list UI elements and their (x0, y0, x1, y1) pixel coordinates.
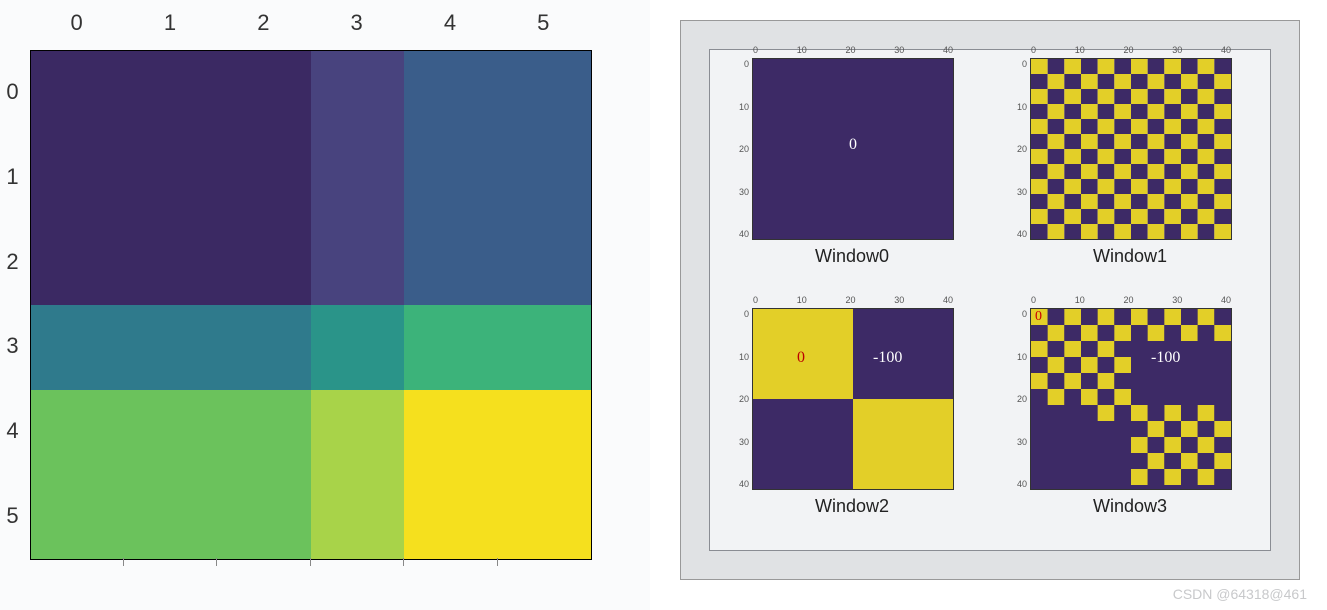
heatmap-cell (218, 51, 311, 136)
y-tick: 4 (0, 389, 25, 474)
heatmap-cell (311, 51, 404, 136)
heatmap-cell (498, 136, 591, 221)
heatmap-x-ticks: 0 1 2 3 4 5 (30, 10, 590, 40)
heatmap-cell (124, 474, 217, 559)
heatmap-chart (30, 50, 590, 558)
heatmap-cell (31, 390, 124, 475)
heatmap-cell (31, 136, 124, 221)
heatmap-y-ticks: 0 1 2 3 4 5 (0, 50, 25, 558)
window3-title: Window3 (1000, 496, 1260, 517)
heatmap-cell (124, 51, 217, 136)
heatmap-cell (124, 136, 217, 221)
heatmap-cell (498, 390, 591, 475)
heatmap-cell (311, 220, 404, 305)
heatmap-cell (311, 474, 404, 559)
window3-annotation-0: 0 (1035, 309, 1042, 325)
heatmap-cell (124, 305, 217, 390)
heatmap-cell (218, 305, 311, 390)
mini-y-ticks: 010203040 (1013, 309, 1027, 489)
heatmap-cell (218, 390, 311, 475)
right-windows-panel: 010203040 010203040 0 Window0 010203040 … (680, 20, 1300, 580)
heatmap-cell (31, 474, 124, 559)
window2-annotation-0: 0 (797, 349, 805, 367)
left-heatmap-panel: 0 1 2 3 4 5 0 1 2 3 4 5 (0, 0, 650, 610)
mini-x-ticks: 010203040 (753, 45, 953, 55)
heatmap-cell (218, 220, 311, 305)
window1-subplot: 010203040 010203040 Window1 (1000, 58, 1260, 267)
mini-y-ticks: 010203040 (1013, 59, 1027, 239)
heatmap-cell (31, 51, 124, 136)
heatmap-cell (404, 51, 497, 136)
window2-title: Window2 (722, 496, 982, 517)
heatmap-cell (404, 136, 497, 221)
mini-x-ticks: 010203040 (753, 295, 953, 305)
heatmap-cell (498, 474, 591, 559)
heatmap-bottom-ticks (30, 558, 590, 568)
window2-annotation-1: -100 (873, 349, 902, 367)
y-tick: 5 (0, 473, 25, 558)
heatmap-cell (404, 305, 497, 390)
heatmap-cell (404, 390, 497, 475)
window2-subplot: 010203040 010203040 0 -100 Window2 (722, 308, 982, 517)
y-tick: 2 (0, 219, 25, 304)
x-tick: 2 (217, 10, 310, 40)
window1-plot: 010203040 010203040 (1030, 58, 1232, 240)
window3-plot: 010203040 010203040 0 -100 (1030, 308, 1232, 490)
window1-title: Window1 (1000, 246, 1260, 267)
window3-subplot: 010203040 010203040 0 -100 Window3 (1000, 308, 1260, 517)
heatmap-cell (311, 390, 404, 475)
mini-y-ticks: 010203040 (735, 309, 749, 489)
window0-subplot: 010203040 010203040 0 Window0 (722, 58, 982, 267)
heatmap-cell (218, 474, 311, 559)
heatmap-cell (311, 305, 404, 390)
heatmap-cell (311, 136, 404, 221)
window0-plot: 010203040 010203040 0 (752, 58, 954, 240)
y-tick: 3 (0, 304, 25, 389)
y-tick: 0 (0, 50, 25, 135)
heatmap-cell (124, 220, 217, 305)
heatmap-cell (31, 305, 124, 390)
mini-x-ticks: 010203040 (1031, 45, 1231, 55)
x-tick: 3 (310, 10, 403, 40)
heatmap-cell (404, 474, 497, 559)
window3-annotation-1: -100 (1151, 349, 1180, 367)
y-tick: 1 (0, 135, 25, 220)
heatmap-cell (498, 220, 591, 305)
heatmap-cell (498, 305, 591, 390)
heatmap-cell (124, 390, 217, 475)
mini-x-ticks: 010203040 (1031, 295, 1231, 305)
window2-plot: 010203040 010203040 0 -100 (752, 308, 954, 490)
heatmap-cell (404, 220, 497, 305)
x-tick: 0 (30, 10, 123, 40)
heatmap-cell (31, 220, 124, 305)
heatmap-cell (218, 136, 311, 221)
window0-annotation: 0 (849, 136, 857, 154)
heatmap-cell (498, 51, 591, 136)
x-tick: 5 (497, 10, 590, 40)
x-tick: 4 (403, 10, 496, 40)
watermark-text: CSDN @64318@461 (1173, 586, 1307, 602)
x-tick: 1 (123, 10, 216, 40)
window0-title: Window0 (722, 246, 982, 267)
mini-y-ticks: 010203040 (735, 59, 749, 239)
windows-inner-frame: 010203040 010203040 0 Window0 010203040 … (709, 49, 1271, 551)
